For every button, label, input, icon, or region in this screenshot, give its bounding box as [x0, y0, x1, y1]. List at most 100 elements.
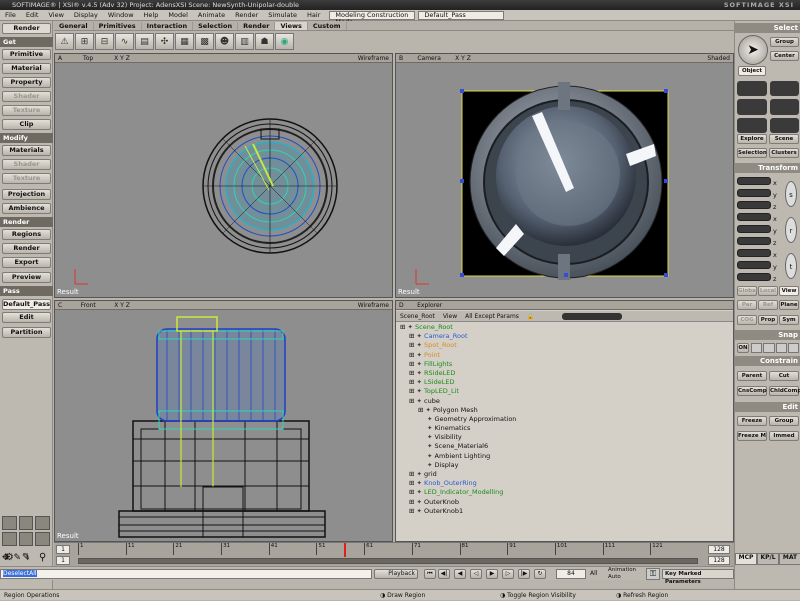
menu-simulate[interactable]: Simulate: [263, 11, 302, 19]
clip-button[interactable]: Clip: [2, 119, 51, 130]
viewport-camera[interactable]: B Camera X Y Z Shaded Result: [395, 53, 734, 298]
tree-item[interactable]: ⊞ ✦ RSideLED: [396, 369, 733, 378]
step-back-icon[interactable]: ◀: [454, 569, 466, 579]
cnscomp-button[interactable]: CnsComp: [737, 386, 767, 396]
tree-item[interactable]: ⊞ ✦ Camera_Root: [396, 332, 733, 341]
fcurve-icon[interactable]: ∿: [115, 33, 134, 50]
tree-item[interactable]: ⊞ ✦ cube: [396, 397, 733, 406]
tree-item[interactable]: ✦ Scene_Material6: [396, 442, 733, 451]
expand-icon[interactable]: ⊞: [409, 479, 417, 487]
viewport-top[interactable]: A Top X Y Z Wireframe Result: [54, 53, 393, 298]
texture-editor-icon[interactable]: ▩: [195, 33, 214, 50]
tree-item[interactable]: ⊞ ✦ Spot_Root: [396, 341, 733, 350]
next-key-icon[interactable]: |▶: [518, 569, 530, 579]
rotate-x-field[interactable]: [737, 213, 771, 221]
timeline[interactable]: 1 1 11 21 31 41 51 61 71 81 91 101 111 121 128 1 128: [54, 542, 734, 566]
tree-item[interactable]: ⊞ ✦ Knob_OuterRing: [396, 479, 733, 488]
magnet-tool-icon[interactable]: ⌇: [25, 553, 29, 563]
tree-item[interactable]: ⊞ ✦ OuterKnob: [396, 498, 733, 507]
translate-tool-icon[interactable]: ✥: [2, 553, 10, 563]
layout-icon[interactable]: [35, 532, 50, 546]
scope-select[interactable]: Scene_Root: [400, 313, 435, 320]
pass-name-field[interactable]: Default_Pass: [2, 299, 51, 310]
snap-curve-icon[interactable]: [763, 343, 775, 353]
schematic-icon[interactable]: ⊟: [95, 33, 114, 50]
primitive-button[interactable]: Primitive: [2, 49, 51, 60]
spreadsheet-icon[interactable]: ▥: [235, 33, 254, 50]
sym-button[interactable]: Sym: [779, 315, 799, 325]
translate-z-field[interactable]: [737, 273, 771, 281]
expand-icon[interactable]: ⊞: [409, 397, 417, 405]
snap-surface-icon[interactable]: [775, 343, 787, 353]
play-back-icon[interactable]: ◁: [470, 569, 482, 579]
current-frame-field[interactable]: 84: [556, 569, 586, 579]
explorer-view-select[interactable]: Explorer: [410, 301, 450, 310]
expand-icon[interactable]: ⊞: [400, 323, 408, 331]
expand-icon[interactable]: ⊞: [409, 332, 417, 340]
snap-grid-icon[interactable]: [787, 343, 799, 353]
expand-icon[interactable]: ⊞: [409, 360, 417, 368]
translate-x-field[interactable]: [737, 249, 771, 257]
translate-y-field[interactable]: [737, 261, 771, 269]
parent-button[interactable]: Parent: [737, 371, 767, 381]
menu-display[interactable]: Display: [69, 11, 103, 19]
command-line[interactable]: DeselectAll: [0, 569, 372, 579]
property-button[interactable]: Property: [2, 77, 51, 88]
layout-icon[interactable]: [18, 516, 34, 530]
tab-interaction[interactable]: Interaction: [142, 21, 194, 30]
tree-item[interactable]: ⊞ ✦ TopLED_Lit: [396, 387, 733, 396]
display-mode-select[interactable]: Wireframe: [358, 301, 389, 310]
selection-button[interactable]: Selection: [737, 148, 767, 158]
object-button[interactable]: Object: [738, 66, 766, 76]
ref-button[interactable]: Ref: [758, 300, 778, 310]
rotate-icon[interactable]: r: [785, 217, 797, 243]
plane-button[interactable]: Plane: [779, 300, 799, 310]
scale-y-field[interactable]: [737, 189, 771, 197]
expand-icon[interactable]: ⊞: [409, 470, 417, 478]
layout-icon[interactable]: [35, 516, 50, 530]
toolbar-mode-select[interactable]: Render: [2, 23, 51, 34]
key-marked-parameters-button[interactable]: Key Marked Parameters: [662, 569, 734, 585]
animation-label[interactable]: Animation: [608, 567, 644, 574]
tree-item[interactable]: ✦ Ambient Lighting: [396, 452, 733, 461]
layout-icon[interactable]: [18, 532, 34, 546]
timeline-start-field[interactable]: 1: [56, 545, 70, 554]
tab-custom[interactable]: Custom: [308, 21, 347, 30]
view-select[interactable]: Front: [68, 301, 108, 310]
render-region-icon[interactable]: ▦: [175, 33, 194, 50]
partition-button[interactable]: Partition: [2, 327, 51, 338]
search-field[interactable]: [562, 312, 623, 320]
tree-item[interactable]: ⊞ ✦ FillLights: [396, 360, 733, 369]
translate-icon[interactable]: t: [785, 253, 797, 279]
texture-button[interactable]: Texture: [2, 105, 51, 116]
select-arrow-icon[interactable]: ➤: [738, 35, 768, 65]
tab-mat[interactable]: MAT: [779, 553, 800, 565]
paint-tool-icon[interactable]: ✎: [14, 553, 22, 563]
par-button[interactable]: Par: [737, 300, 757, 310]
childcomp-button[interactable]: ChldComp: [769, 386, 800, 396]
expand-icon[interactable]: ⊞: [409, 341, 417, 349]
tree-item[interactable]: ✦ Visibility: [396, 433, 733, 442]
filter-field[interactable]: [737, 117, 767, 133]
immed-button[interactable]: Immed: [769, 431, 799, 441]
filter-field[interactable]: [737, 99, 767, 115]
range-end-field[interactable]: 128: [708, 556, 730, 565]
edit-group-button[interactable]: Group: [769, 416, 799, 426]
filter-select[interactable]: All Except Params: [465, 313, 519, 320]
clusters-button[interactable]: Clusters: [769, 148, 799, 158]
timeline-end-field[interactable]: 128: [708, 545, 730, 554]
key-icon[interactable]: ⚿: [646, 568, 660, 580]
group-button[interactable]: Group: [770, 37, 799, 47]
view-select[interactable]: Camera: [409, 54, 449, 63]
globe-icon[interactable]: ◉: [275, 33, 294, 50]
modify-texture-button[interactable]: Texture: [2, 173, 51, 184]
regions-button[interactable]: Regions: [2, 229, 51, 240]
tab-general[interactable]: General: [54, 21, 94, 30]
projection-button[interactable]: Projection: [2, 189, 51, 200]
tab-selection[interactable]: Selection: [193, 21, 239, 30]
prop-button[interactable]: Prop: [758, 315, 778, 325]
expand-icon[interactable]: ⊞: [409, 507, 417, 515]
rotate-z-field[interactable]: [737, 237, 771, 245]
playback-button[interactable]: Playback: [374, 569, 418, 579]
warning-icon[interactable]: ⚠: [55, 33, 74, 50]
